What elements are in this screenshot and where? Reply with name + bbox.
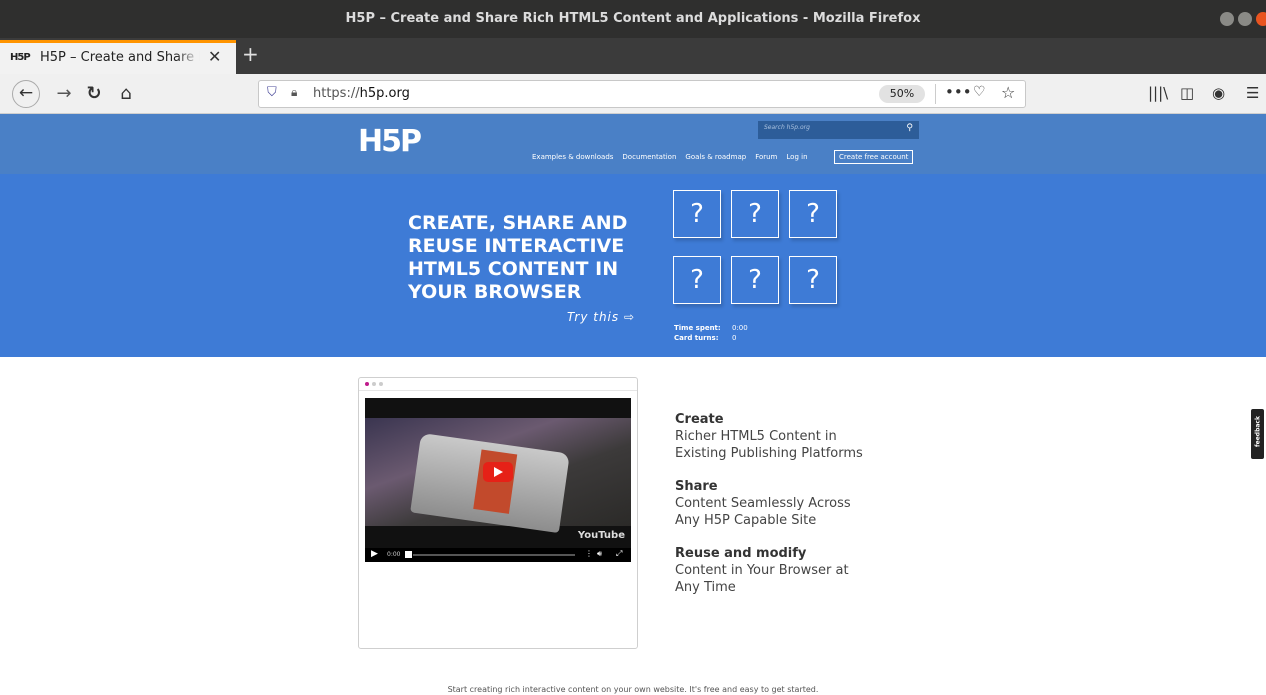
h5p-logo[interactable]: H5P bbox=[358, 124, 422, 159]
seek-bar[interactable] bbox=[413, 554, 575, 556]
forward-button[interactable]: → bbox=[50, 80, 78, 108]
video-controls: ▶ 0:00 ⋮ 🔊︎ ⤢ bbox=[365, 548, 631, 562]
video-preview-frame: YouTube ▶ 0:00 ⋮ 🔊︎ ⤢ bbox=[358, 377, 638, 649]
url-separator bbox=[935, 84, 936, 104]
memory-card[interactable]: ? bbox=[789, 256, 837, 304]
hamburger-menu-icon[interactable]: ☰ bbox=[1246, 84, 1259, 102]
sidebar-icon[interactable]: ◫ bbox=[1180, 84, 1194, 102]
h5p-favicon-icon: H5P bbox=[10, 52, 31, 63]
game-stats: Time spent: 0:00 Card turns: 0 bbox=[674, 323, 748, 343]
footer-tagline: Start creating rich interactive content … bbox=[447, 685, 819, 694]
pocket-icon[interactable]: ♡ bbox=[973, 84, 986, 100]
maximize-button[interactable] bbox=[1238, 12, 1252, 26]
features-list: Create Richer HTML5 Content in Existing … bbox=[675, 411, 935, 612]
nav-examples-downloads[interactable]: Examples & downloads bbox=[532, 153, 613, 161]
lock-icon[interactable]: 🔒︎ bbox=[291, 85, 297, 100]
nav-log-in[interactable]: Log in bbox=[786, 153, 807, 161]
try-this-label: Try this ⇨ bbox=[567, 310, 636, 324]
frame-dot-icon bbox=[365, 382, 369, 386]
nav-forum[interactable]: Forum bbox=[755, 153, 777, 161]
account-icon[interactable]: ◉ bbox=[1212, 84, 1225, 102]
close-window-button[interactable] bbox=[1256, 12, 1266, 26]
memory-card[interactable]: ? bbox=[731, 190, 779, 238]
feature-title: Create bbox=[675, 412, 724, 427]
video-time: 0:00 bbox=[387, 551, 401, 558]
video-player[interactable]: YouTube ▶ 0:00 ⋮ 🔊︎ ⤢ bbox=[365, 398, 631, 562]
zoom-level-button[interactable]: 50% bbox=[879, 85, 925, 103]
window-title: H5P – Create and Share Rich HTML5 Conten… bbox=[345, 11, 921, 26]
feature-share: Share Content Seamlessly Across Any H5P … bbox=[675, 478, 935, 529]
tab-h5p[interactable]: H5P H5P – Create and Share Rich HTML5 Co… bbox=[0, 40, 236, 74]
fullscreen-icon[interactable]: ⤢ bbox=[616, 549, 622, 559]
main-nav: Examples & downloads Documentation Goals &… bbox=[532, 153, 817, 161]
new-tab-button[interactable]: + bbox=[242, 42, 259, 66]
card-turns-value: 0 bbox=[732, 334, 737, 342]
tab-title: H5P – Create and Share Rich HTML5 Conten… bbox=[40, 50, 200, 65]
site-search-input[interactable]: Search h5p.org ⚲ bbox=[758, 121, 919, 139]
create-account-button[interactable]: Create free account bbox=[834, 150, 914, 164]
site-header: H5P Search h5p.org ⚲ Examples & download… bbox=[0, 114, 1266, 174]
frame-dot-icon bbox=[372, 382, 376, 386]
hero-banner: CREATE, SHARE AND REUSE INTERACTIVE HTML… bbox=[0, 174, 1266, 357]
search-placeholder: Search h5p.org bbox=[764, 124, 810, 131]
tab-strip: H5P H5P – Create and Share Rich HTML5 Co… bbox=[0, 38, 1266, 74]
minimize-button[interactable] bbox=[1220, 12, 1234, 26]
time-spent-value: 0:00 bbox=[732, 324, 748, 332]
url-bar[interactable]: ⛉ 🔒︎ https://h5p.org 50% ••• ♡ ☆ bbox=[258, 80, 1026, 108]
youtube-play-button[interactable] bbox=[483, 462, 513, 482]
feedback-tab[interactable]: feedback bbox=[1251, 409, 1264, 459]
search-icon[interactable]: ⚲ bbox=[906, 123, 913, 133]
frame-dot-icon bbox=[379, 382, 383, 386]
nav-goals-roadmap[interactable]: Goals & roadmap bbox=[685, 153, 746, 161]
seek-handle[interactable] bbox=[405, 551, 412, 558]
feedback-label: feedback bbox=[1254, 416, 1262, 447]
robot-image bbox=[410, 432, 570, 534]
feature-text: Content Seamlessly Across Any H5P Capabl… bbox=[675, 496, 851, 528]
memory-card[interactable]: ? bbox=[673, 256, 721, 304]
feature-text: Content in Your Browser at Any Time bbox=[675, 563, 849, 595]
close-tab-icon[interactable]: ✕ bbox=[208, 47, 221, 66]
hero-headline: CREATE, SHARE AND REUSE INTERACTIVE HTML… bbox=[408, 212, 628, 303]
window-titlebar: H5P – Create and Share Rich HTML5 Conten… bbox=[0, 0, 1266, 38]
navigation-toolbar: ← → ↻ ⌂ ⛉ 🔒︎ https://h5p.org 50% ••• ♡ ☆… bbox=[0, 74, 1266, 114]
tracking-shield-icon[interactable]: ⛉ bbox=[267, 85, 277, 100]
more-options-icon[interactable]: ⋮ bbox=[585, 549, 593, 558]
time-spent-label: Time spent: bbox=[674, 324, 721, 332]
nav-documentation[interactable]: Documentation bbox=[622, 153, 676, 161]
feature-text: Richer HTML5 Content in Existing Publish… bbox=[675, 429, 863, 461]
feature-reuse: Reuse and modify Content in Your Browser… bbox=[675, 545, 935, 596]
memory-card[interactable]: ? bbox=[731, 256, 779, 304]
url-text[interactable]: https://h5p.org bbox=[313, 86, 410, 101]
frame-chrome bbox=[359, 378, 637, 391]
memory-card[interactable]: ? bbox=[789, 190, 837, 238]
youtube-logo[interactable]: YouTube bbox=[578, 530, 625, 541]
home-button[interactable]: ⌂ bbox=[112, 80, 140, 108]
page-actions-menu-icon[interactable]: ••• bbox=[945, 83, 972, 101]
reload-button[interactable]: ↻ bbox=[80, 80, 108, 108]
play-icon[interactable]: ▶ bbox=[371, 549, 378, 559]
memory-card[interactable]: ? bbox=[673, 190, 721, 238]
feature-create: Create Richer HTML5 Content in Existing … bbox=[675, 411, 935, 462]
feature-title: Reuse and modify bbox=[675, 546, 807, 561]
volume-icon[interactable]: 🔊︎ bbox=[597, 549, 602, 559]
bookmark-star-icon[interactable]: ☆ bbox=[1001, 83, 1015, 102]
feature-title: Share bbox=[675, 479, 718, 494]
library-icon[interactable]: |||\ bbox=[1148, 84, 1168, 102]
back-button[interactable]: ← bbox=[12, 80, 40, 108]
card-turns-label: Card turns: bbox=[674, 334, 719, 342]
